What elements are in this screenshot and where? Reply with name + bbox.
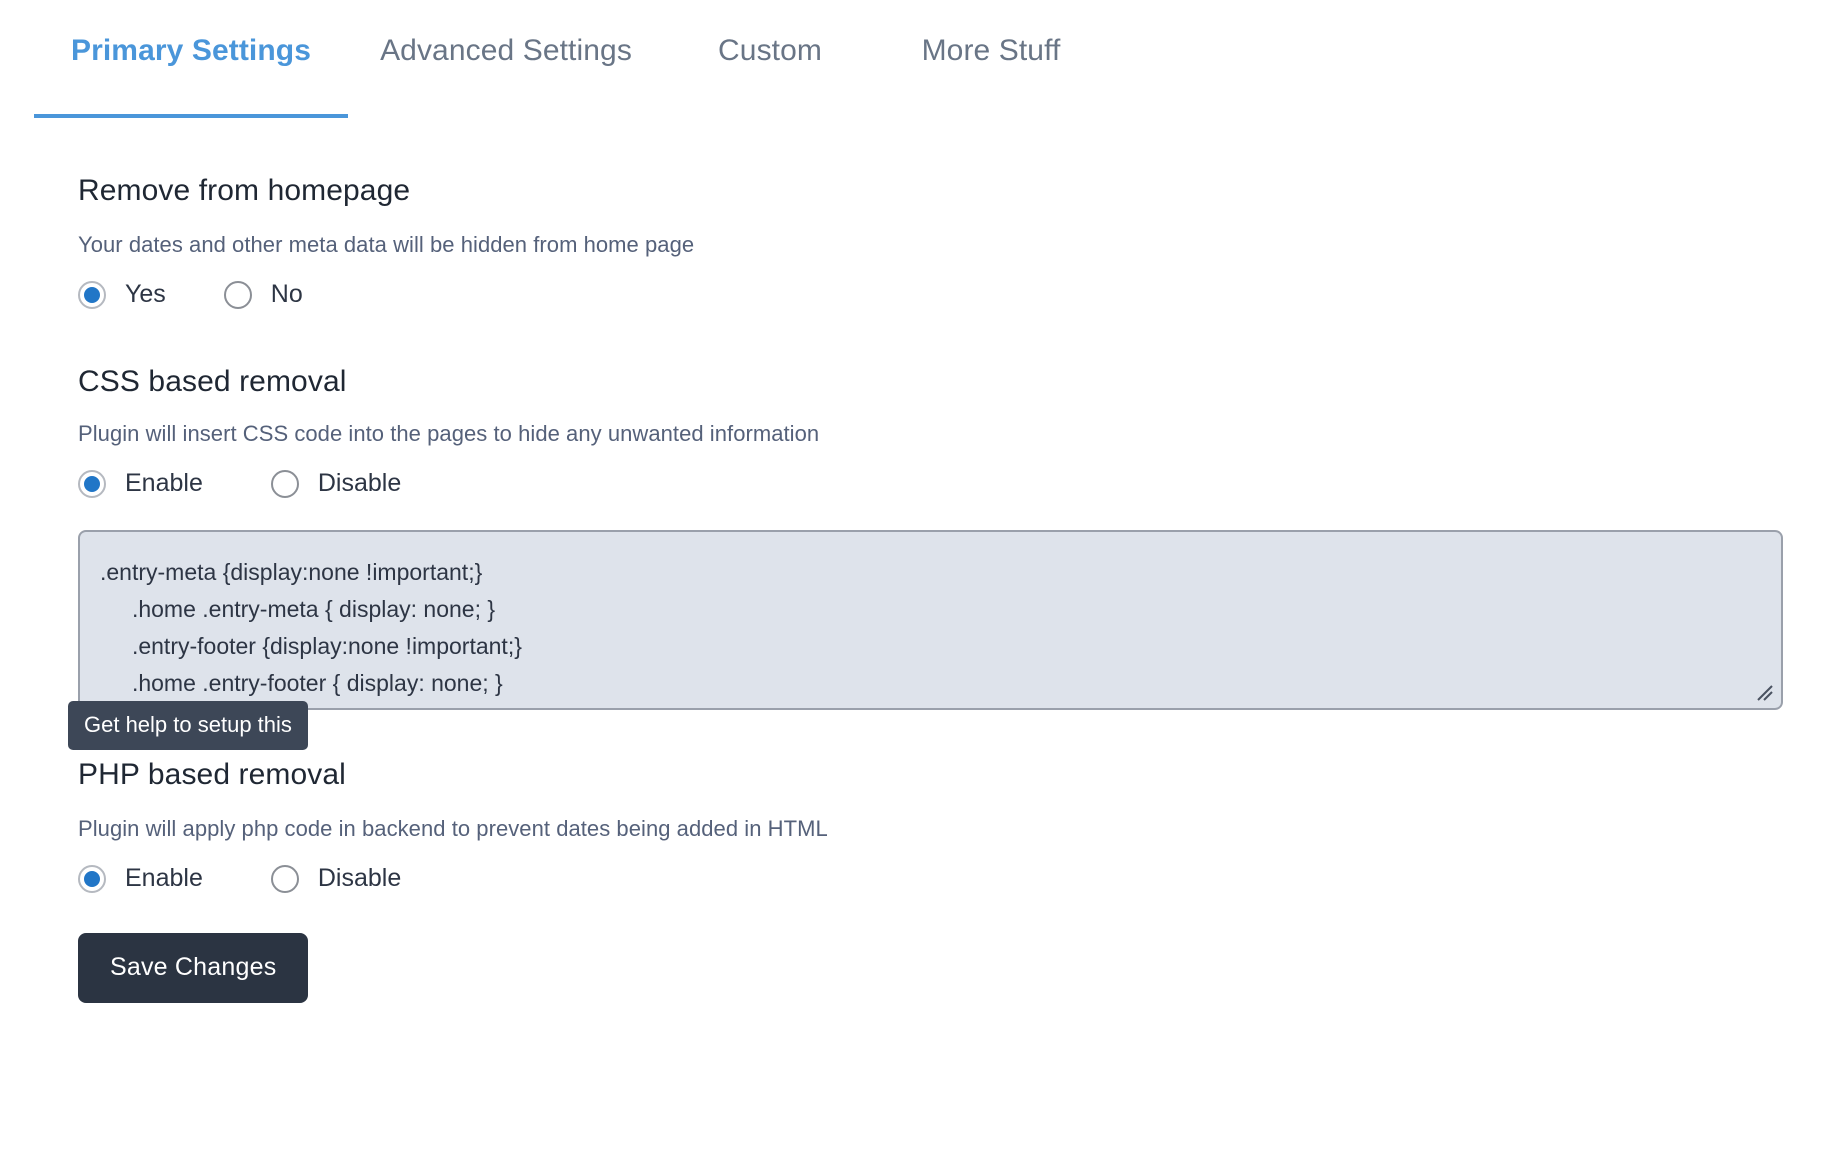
radio-label-homepage-yes: Yes: [125, 280, 166, 308]
radio-icon-css-disable[interactable]: [270, 469, 299, 498]
css-code-editor-wrap: Get help to setup this: [68, 530, 1783, 750]
tab-custom[interactable]: Custom: [664, 0, 876, 118]
section-php-based-removal: PHP based removal Plugin will apply php …: [78, 758, 1836, 893]
css-code-textarea[interactable]: [78, 530, 1783, 710]
tab-list: Primary Settings Advanced Settings Custo…: [34, 0, 1836, 120]
radio-option-css-enable[interactable]: Enable: [78, 469, 203, 498]
radio-icon-css-enable[interactable]: [78, 469, 106, 498]
radio-label-css-disable: Disable: [317, 469, 402, 497]
tab-primary-settings-label: Primary Settings: [70, 34, 312, 67]
radio-option-homepage-no[interactable]: No: [223, 280, 303, 309]
radio-label-php-enable: Enable: [125, 864, 203, 892]
tab-advanced-settings-label: Advanced Settings: [380, 34, 632, 67]
tab-primary-settings[interactable]: Primary Settings: [34, 0, 348, 118]
section-description-css-based-removal: Plugin will insert CSS code into the pag…: [78, 421, 820, 446]
settings-panel: Remove from homepage Your dates and othe…: [0, 174, 1836, 1003]
radio-label-homepage-no: No: [270, 280, 303, 308]
tab-bar: Primary Settings Advanced Settings Custo…: [0, 0, 1836, 120]
radio-icon-php-enable[interactable]: [78, 864, 106, 893]
help-tooltip[interactable]: Get help to setup this: [68, 701, 308, 750]
radio-option-css-disable[interactable]: Disable: [270, 469, 402, 498]
section-description-php-based-removal: Plugin will apply php code in backend to…: [78, 816, 828, 841]
tab-more-stuff-label: More Stuff: [921, 34, 1061, 67]
radio-icon-php-disable[interactable]: [270, 864, 299, 893]
section-remove-from-homepage: Remove from homepage Your dates and othe…: [78, 174, 1836, 309]
section-title-remove-from-homepage: Remove from homepage: [78, 174, 411, 207]
save-changes-button[interactable]: Save Changes: [78, 933, 309, 1003]
tab-more-stuff[interactable]: More Stuff: [876, 0, 1106, 118]
section-css-based-removal: CSS based removal Plugin will insert CSS…: [68, 365, 1836, 750]
tab-advanced-settings[interactable]: Advanced Settings: [348, 0, 664, 118]
radio-group-css-based-removal: Enable Disable: [78, 469, 1836, 498]
radio-icon-homepage-yes[interactable]: [78, 280, 106, 309]
radio-group-php-based-removal: Enable Disable: [78, 864, 1836, 893]
radio-option-homepage-yes[interactable]: Yes: [78, 280, 166, 309]
radio-label-css-enable: Enable: [125, 469, 203, 497]
radio-option-php-enable[interactable]: Enable: [78, 864, 203, 893]
radio-icon-homepage-no[interactable]: [223, 280, 252, 309]
section-title-css-based-removal: CSS based removal: [78, 365, 347, 398]
radio-option-php-disable[interactable]: Disable: [270, 864, 402, 893]
tab-custom-label: Custom: [718, 34, 822, 67]
radio-label-php-disable: Disable: [317, 864, 402, 892]
section-description-remove-from-homepage: Your dates and other meta data will be h…: [78, 232, 695, 257]
radio-group-remove-from-homepage: Yes No: [78, 280, 1836, 309]
section-title-php-based-removal: PHP based removal: [78, 758, 346, 791]
